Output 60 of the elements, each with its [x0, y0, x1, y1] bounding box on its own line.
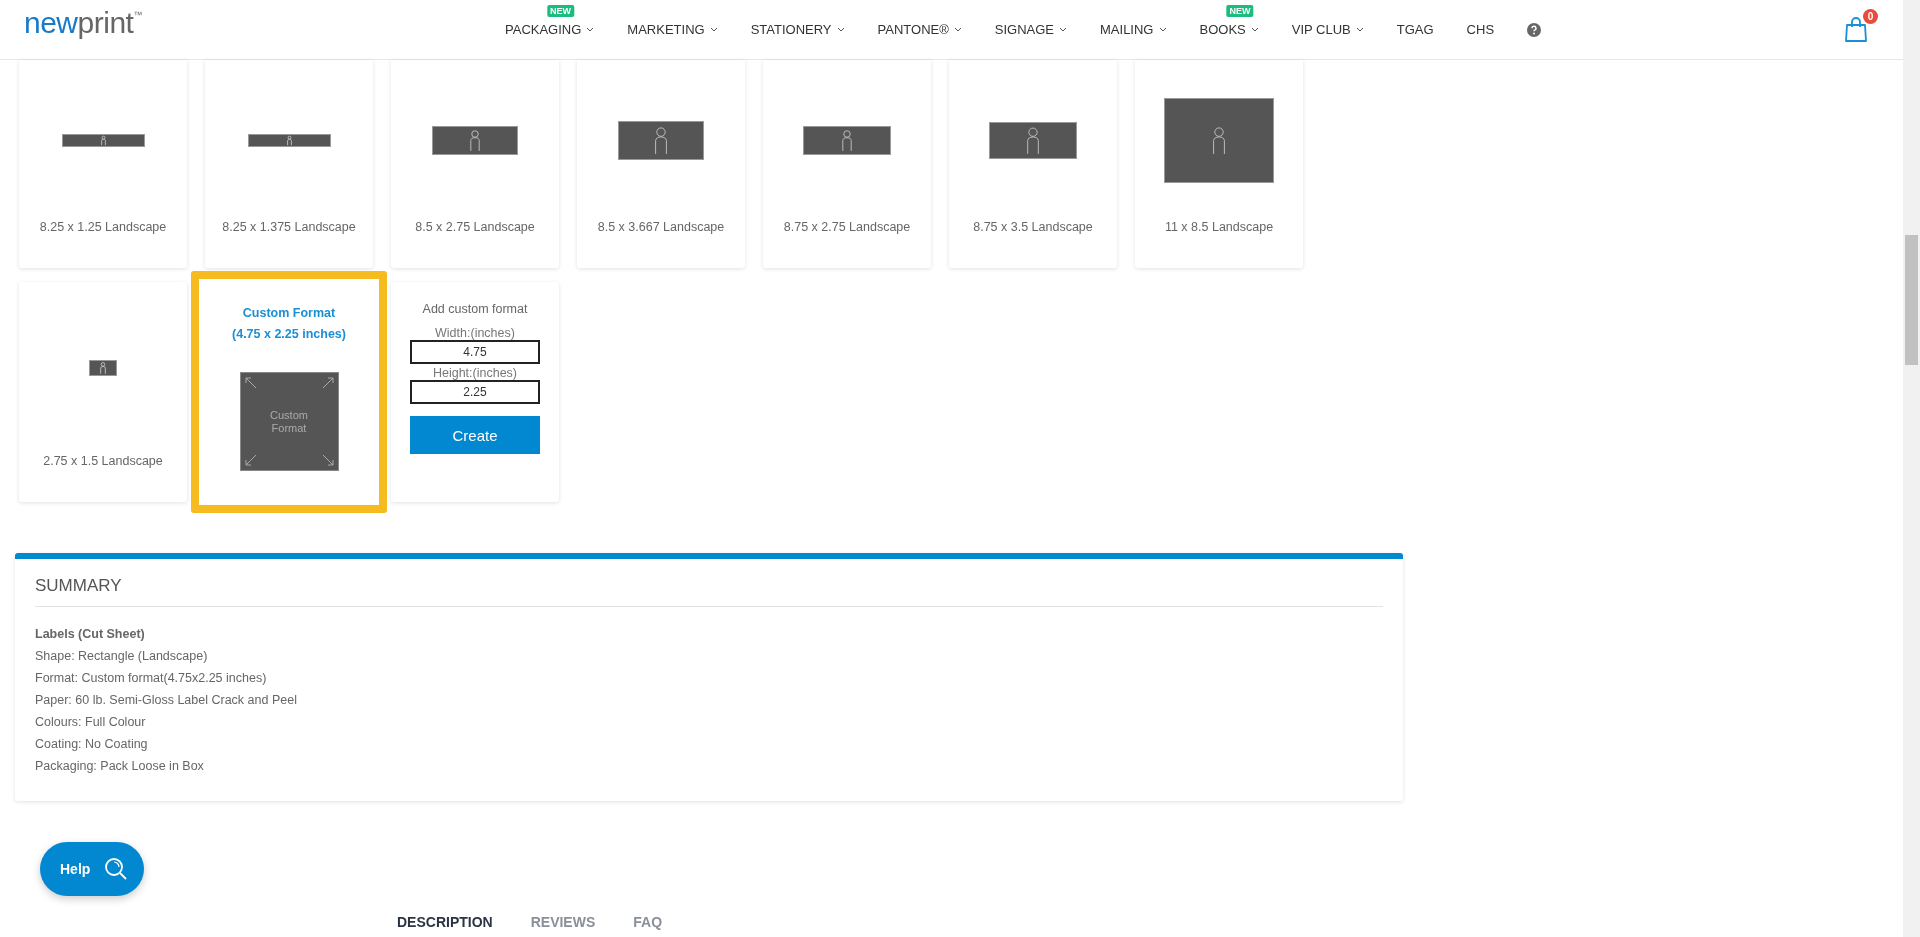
nav-link[interactable]: SIGNAGE [994, 22, 1068, 37]
form-title: Add custom format [422, 302, 528, 316]
nav-link[interactable]: MAILING [1100, 22, 1167, 37]
nav-link[interactable]: MARKETING [627, 22, 718, 37]
format-label: 8.5 x 3.667 Landscape [597, 220, 725, 236]
tab[interactable]: REVIEWS [530, 914, 596, 930]
custom-format-preview: Custom Format [239, 372, 339, 471]
format-label: 8.5 x 2.75 Landscape [415, 220, 535, 236]
cart-count-badge: 0 [1863, 8, 1878, 24]
newprint-logo[interactable]: newprint™ [24, 5, 505, 40]
summary-line: Colours: Full Colour [35, 714, 147, 731]
nav-link[interactable]: STATIONERY [750, 22, 845, 37]
format-card[interactable]: 8.5 x 2.75 Landscape [391, 60, 559, 268]
format-card[interactable]: 2.75 x 1.5 Landscape [19, 282, 187, 502]
search-icon [104, 857, 129, 881]
help-icon[interactable] [1527, 22, 1542, 37]
label-preview-drawing [89, 360, 117, 376]
nav-link[interactable]: CHS [1466, 22, 1495, 37]
format-label: 8.75 x 3.5 Landscape [973, 220, 1093, 236]
resize-arrow-icon [321, 454, 334, 466]
tab[interactable]: FAQ [633, 914, 663, 930]
format-card[interactable]: 8.75 x 2.75 Landscape [763, 60, 931, 268]
summary-line: Paper: 60 lb. Semi-Gloss Label Crack and Peel [35, 692, 298, 709]
new-badge: NEW [546, 5, 574, 17]
product-name: Labels (Cut Sheet) [35, 626, 146, 643]
format-label: 8.75 x 2.75 Landscape [783, 220, 911, 236]
custom-format-title: Custom Format (4.75 x 2.25 inches) [232, 305, 346, 343]
help-button[interactable]: Help [40, 842, 144, 896]
shopping-bag-icon[interactable] [1844, 16, 1868, 43]
height-label: Height:(inches) [432, 366, 518, 380]
nav-link[interactable]: TGAG [1396, 22, 1434, 37]
format-card[interactable]: 8.25 x 1.25 Landscape [19, 60, 187, 268]
summary-line: Shape: Rectangle (Landscape) [35, 648, 209, 665]
create-button[interactable]: Create [410, 416, 540, 454]
format-card[interactable]: 8.5 x 3.667 Landscape [577, 60, 745, 268]
new-badge: NEW [1226, 5, 1254, 17]
summary-line: Format: Custom format(4.75x2.25 inches) [35, 670, 268, 687]
format-label: 8.25 x 1.25 Landscape [39, 220, 167, 236]
width-label: Width:(inches) [435, 326, 515, 340]
tab[interactable]: DESCRIPTION [397, 914, 493, 930]
format-card[interactable]: 8.25 x 1.375 Landscape [205, 60, 373, 268]
resize-arrow-icon [321, 377, 334, 389]
format-label: 8.25 x 1.375 Landscape [222, 220, 356, 236]
nav-link[interactable]: PACKAGING [505, 22, 595, 37]
nav-link[interactable]: VIP CLUB [1291, 22, 1364, 37]
summary-heading: SUMMARY [35, 576, 1383, 607]
resize-arrow-icon [244, 454, 257, 466]
summary-line: Coating: No Coating [35, 736, 149, 753]
scrollbar[interactable] [1903, 0, 1920, 937]
format-label: 11 x 8.5 Landscape [1164, 220, 1274, 236]
summary-line: Packaging: Pack Loose in Box [35, 758, 205, 775]
format-label: 2.75 x 1.5 Landscape [43, 454, 163, 470]
custom-format-card[interactable]: Custom Format (4.75 x 2.25 inches) Custom Format [191, 271, 387, 513]
format-card[interactable]: 11 x 8.5 Landscape [1135, 60, 1303, 268]
nav-link[interactable]: BOOKS [1199, 22, 1259, 37]
format-card[interactable]: 8.75 x 3.5 Landscape [949, 60, 1117, 268]
width-input[interactable]: 4.75 [410, 340, 540, 364]
height-input[interactable]: 2.25 [410, 380, 540, 404]
resize-arrow-icon [244, 377, 257, 389]
nav-link[interactable]: PANTONE® [877, 22, 962, 37]
